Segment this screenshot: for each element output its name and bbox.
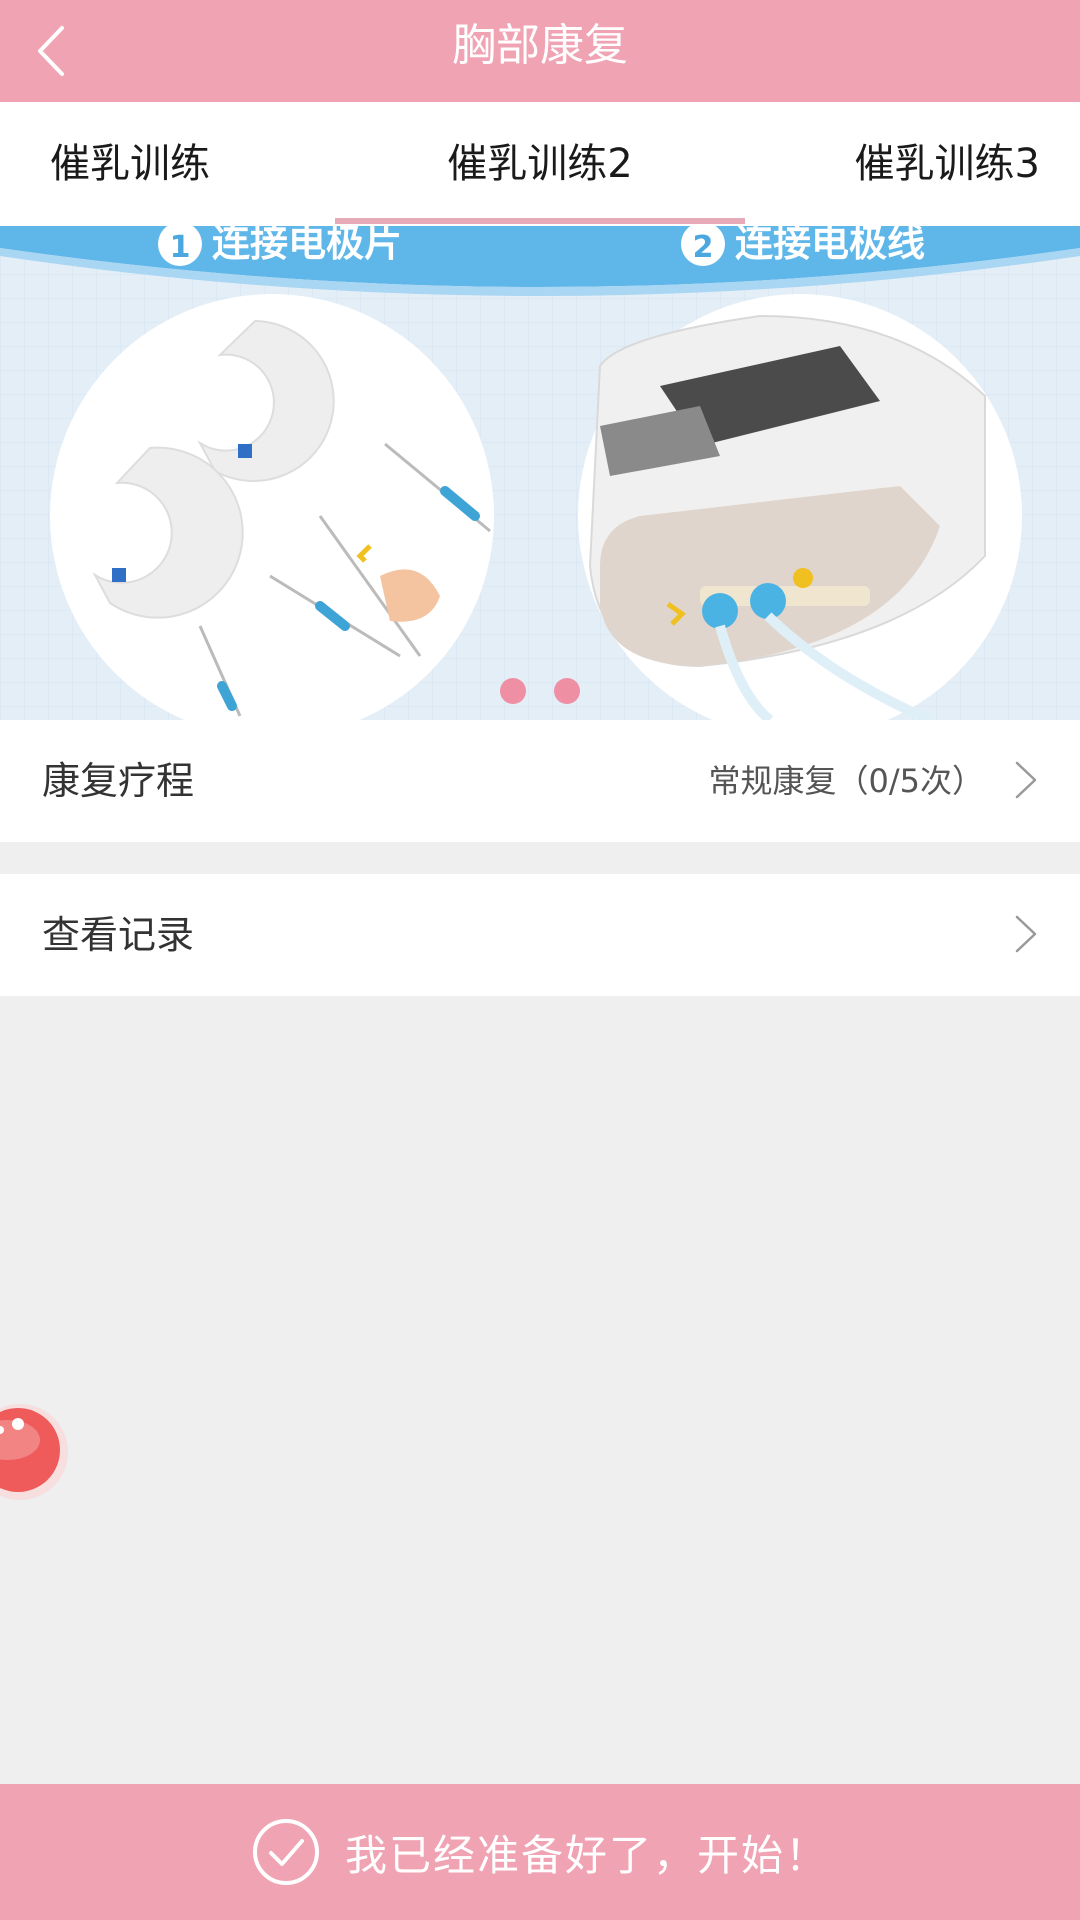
check-circle-icon xyxy=(252,1819,319,1885)
course-value: 常规康复（0/5次） xyxy=(708,762,984,800)
device-illustration xyxy=(578,294,1022,720)
carousel-indicator xyxy=(0,676,1080,706)
bottom-action-bar: 我已经准备好了，开始！ xyxy=(0,1784,1080,1920)
nav-bar: 胸部康复 xyxy=(0,0,1080,102)
start-button[interactable]: 我已经准备好了，开始！ xyxy=(0,1784,1080,1920)
assistant-avatar-icon[interactable] xyxy=(0,1380,70,1520)
start-button-label: 我已经准备好了，开始！ xyxy=(344,1830,829,1880)
course-row[interactable]: 康复疗程 常规康复（0/5次） xyxy=(0,720,1080,842)
course-label: 康复疗程 xyxy=(42,759,195,803)
electrode-pads-illustration xyxy=(50,294,494,720)
carousel-dot-2[interactable] xyxy=(554,678,580,704)
step-2-label: 连接电极线 xyxy=(735,226,925,265)
instruction-banner[interactable]: 1 连接电极片 2 连接电极线 xyxy=(0,226,1080,720)
step-2-number: 2 xyxy=(693,230,714,265)
step-1-label: 连接电极片 xyxy=(212,226,402,265)
tab-training-3[interactable]: 催乳训练3 xyxy=(855,102,1040,226)
view-records-label: 查看记录 xyxy=(42,913,195,957)
tab-bar: 催乳训练 催乳训练2 催乳训练3 xyxy=(0,102,1080,226)
chevron-right-icon xyxy=(1015,761,1037,799)
banner-illustration: 1 连接电极片 2 连接电极线 xyxy=(0,226,1080,720)
chevron-right-icon xyxy=(1015,915,1037,953)
view-records-row[interactable]: 查看记录 xyxy=(0,874,1080,996)
tab-active-indicator xyxy=(335,218,745,224)
page-title: 胸部康复 xyxy=(452,20,628,71)
step-1-number: 1 xyxy=(170,230,191,265)
carousel-dot-1[interactable] xyxy=(500,678,526,704)
